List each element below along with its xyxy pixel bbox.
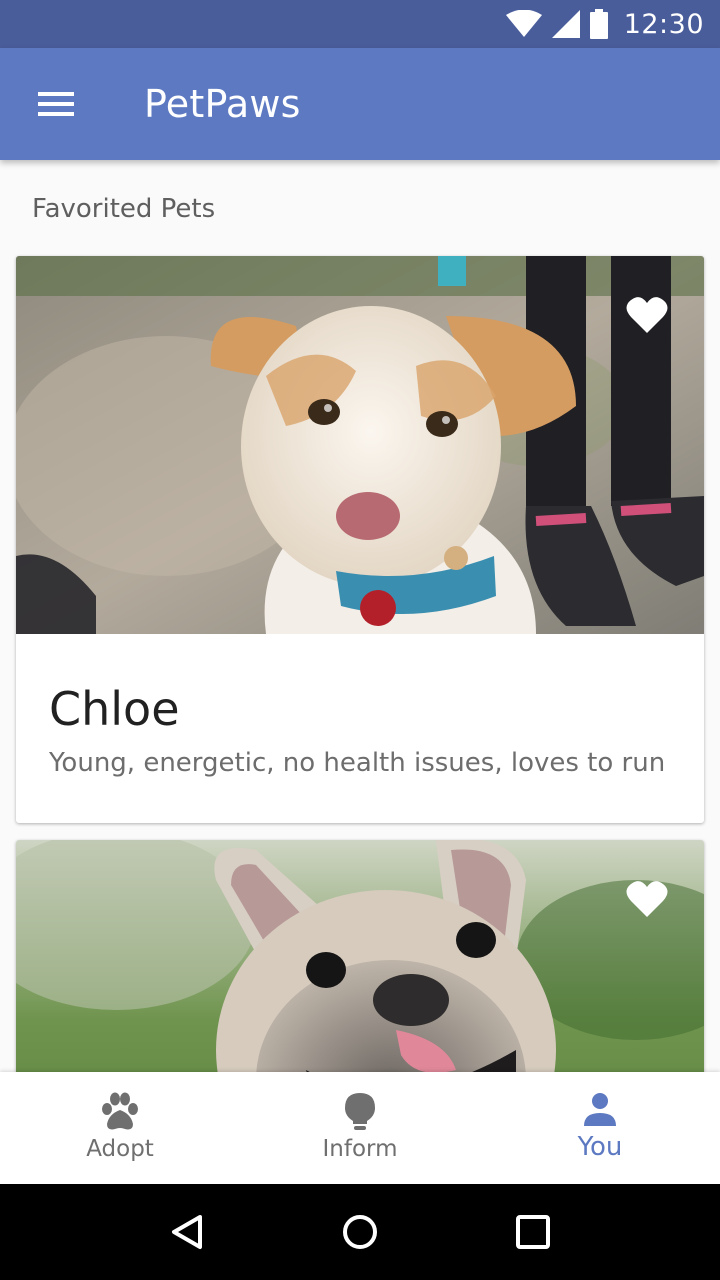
favorites-list: Favorited Pets Chloe Young, energetic, n… <box>0 160 720 1072</box>
french-bulldog-photo <box>16 840 704 1072</box>
pet-photo <box>16 256 704 634</box>
white-and-tan-dog-photo <box>16 256 704 634</box>
section-title: Favorited Pets <box>32 194 216 224</box>
favorite-heart-icon[interactable] <box>626 880 668 918</box>
hamburger-menu-icon <box>38 92 74 116</box>
app-bar: PetPaws <box>0 48 720 160</box>
home-icon <box>342 1215 377 1249</box>
wifi-icon <box>505 10 542 37</box>
paw-icon <box>102 1092 138 1130</box>
back-icon <box>171 1215 202 1249</box>
menu-button[interactable] <box>0 48 112 160</box>
card-body: Chloe Young, energetic, no health issues… <box>16 634 704 778</box>
pet-card[interactable] <box>16 840 704 1072</box>
pet-photo <box>16 840 704 1072</box>
back-button[interactable] <box>157 1202 217 1262</box>
status-bar: 12:30 <box>0 0 720 48</box>
person-icon <box>584 1093 616 1126</box>
system-navigation-bar <box>0 1184 720 1280</box>
pet-card[interactable]: Chloe Young, energetic, no health issues… <box>16 256 704 823</box>
home-button[interactable] <box>330 1202 390 1262</box>
nav-item-inform[interactable]: Inform <box>240 1072 480 1184</box>
cell-signal-icon <box>551 10 580 38</box>
lightbulb-icon <box>345 1093 375 1130</box>
recents-button[interactable] <box>503 1202 563 1262</box>
nav-item-adopt[interactable]: Adopt <box>0 1072 240 1184</box>
battery-icon <box>589 9 608 39</box>
status-time: 12:30 <box>623 8 704 40</box>
pet-name: Chloe <box>49 682 180 736</box>
recents-icon <box>516 1215 551 1249</box>
nav-item-you[interactable]: You <box>480 1072 720 1184</box>
nav-label: Adopt <box>86 1136 154 1162</box>
pet-description: Young, energetic, no health issues, love… <box>49 748 666 778</box>
favorite-heart-icon[interactable] <box>626 296 668 334</box>
nav-label: You <box>577 1132 623 1162</box>
bottom-navigation: Adopt Inform You <box>0 1072 720 1184</box>
nav-label: Inform <box>322 1136 398 1162</box>
app-title: PetPaws <box>144 82 301 126</box>
